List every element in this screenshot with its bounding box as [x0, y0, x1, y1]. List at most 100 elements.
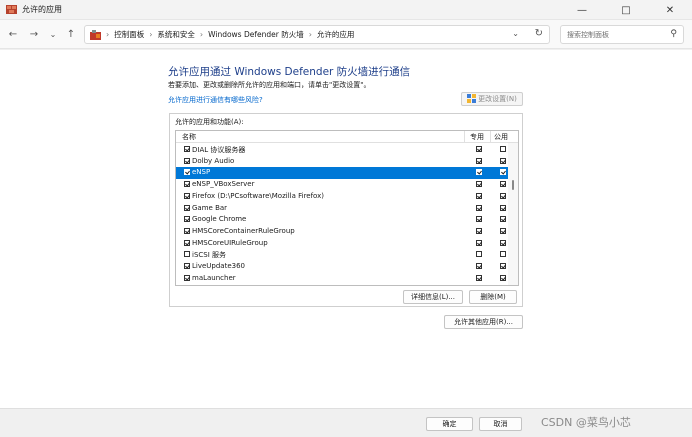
navigation-bar: ← → ⌄ ↑ › 控制面板 › 系统和安全 › Windows Defende… — [0, 20, 692, 49]
private-checkbox[interactable] — [476, 227, 482, 234]
maximize-button[interactable]: □ — [604, 0, 648, 20]
list-item[interactable]: Google Chrome — [176, 214, 510, 226]
close-button[interactable]: ✕ — [648, 0, 692, 20]
minimize-button[interactable]: — — [560, 0, 604, 20]
app-name: iSCSI 服务 — [192, 251, 227, 260]
refresh-icon[interactable]: ↻ — [535, 28, 543, 39]
app-name: Firefox (D:\PCsoftware\Mozilla Firefox) — [192, 191, 325, 200]
recent-locations-button[interactable]: ⌄ — [46, 27, 60, 41]
private-checkbox[interactable] — [476, 169, 482, 176]
column-header-private[interactable]: 专用 — [470, 132, 484, 142]
title-bar: 允许的应用 — □ ✕ — [0, 0, 692, 20]
private-checkbox[interactable] — [476, 251, 482, 258]
public-checkbox[interactable] — [500, 204, 506, 211]
list-item[interactable]: maLauncher — [176, 273, 510, 285]
app-enabled-checkbox[interactable] — [184, 263, 190, 269]
change-settings-button[interactable]: 更改设置(N) — [461, 92, 523, 106]
search-icon[interactable]: ⚲ — [670, 29, 677, 39]
search-input[interactable]: 搜索控制面板 ⚲ — [560, 25, 684, 44]
public-checkbox[interactable] — [500, 263, 506, 269]
app-name: eNSP_VBoxServer — [192, 180, 255, 189]
firewall-app-icon — [6, 4, 17, 15]
ok-button[interactable]: 确定 — [426, 417, 473, 431]
app-enabled-checkbox[interactable] — [184, 169, 190, 176]
arrow-right-icon: → — [29, 28, 39, 40]
app-enabled-checkbox[interactable] — [184, 157, 190, 164]
list-item[interactable]: HMSCoreUIRuleGroup — [176, 238, 510, 250]
list-item[interactable]: HMSCoreContainerRuleGroup — [176, 226, 510, 238]
breadcrumb-separator: › — [308, 30, 312, 39]
remove-button[interactable]: 删除(M) — [469, 290, 517, 304]
page-title: 允许应用通过 Windows Defender 防火墙进行通信 — [168, 66, 411, 78]
app-enabled-checkbox[interactable] — [184, 251, 190, 258]
private-checkbox[interactable] — [476, 146, 482, 152]
back-button[interactable]: ← — [6, 27, 20, 41]
private-checkbox[interactable] — [476, 181, 482, 188]
public-checkbox[interactable] — [500, 157, 506, 164]
breadcrumb-allowed-apps[interactable]: 允许的应用 — [317, 29, 355, 40]
address-dropdown-icon[interactable]: ⌄ — [512, 29, 519, 38]
public-checkbox[interactable] — [500, 146, 506, 152]
app-enabled-checkbox[interactable] — [184, 216, 190, 223]
app-enabled-checkbox[interactable] — [184, 227, 190, 234]
breadcrumb-separator: › — [199, 30, 204, 39]
private-checkbox[interactable] — [476, 274, 482, 281]
list-item[interactable]: eNSP_VBoxServer — [176, 179, 510, 191]
public-checkbox[interactable] — [500, 169, 506, 176]
breadcrumb-separator: › — [106, 30, 110, 39]
private-checkbox[interactable] — [476, 157, 482, 164]
app-enabled-checkbox[interactable] — [184, 181, 190, 188]
column-header-public[interactable]: 公用 — [494, 132, 508, 142]
breadcrumb-control-panel[interactable]: 控制面板 — [114, 29, 144, 40]
list-item[interactable]: Game Bar — [176, 203, 510, 215]
column-divider — [490, 131, 491, 143]
list-item[interactable]: LiveUpdate360 — [176, 261, 510, 273]
window-title: 允许的应用 — [22, 5, 62, 14]
private-checkbox[interactable] — [476, 263, 482, 269]
list-item[interactable]: iSCSI 服务 — [176, 249, 510, 261]
shield-icon — [467, 93, 477, 105]
forward-button[interactable]: → — [27, 27, 41, 41]
app-enabled-checkbox[interactable] — [184, 274, 190, 281]
public-checkbox[interactable] — [500, 251, 506, 258]
breadcrumb-system-security[interactable]: 系统和安全 — [157, 29, 195, 40]
instruction-text: 若要添加、更改或删除所允许的应用和端口，请单击"更改设置"。 — [168, 81, 371, 89]
public-checkbox[interactable] — [500, 216, 506, 223]
list-item[interactable]: DIAL 协议服务器 — [176, 144, 510, 156]
chevron-down-icon: ⌄ — [49, 29, 57, 39]
search-placeholder: 搜索控制面板 — [567, 30, 609, 39]
public-checkbox[interactable] — [500, 192, 506, 199]
list-item[interactable]: eNSP — [176, 167, 510, 180]
private-checkbox[interactable] — [476, 216, 482, 223]
private-checkbox[interactable] — [476, 204, 482, 211]
list-scrollbar[interactable] — [508, 143, 518, 285]
public-checkbox[interactable] — [500, 274, 506, 281]
allowed-apps-list[interactable]: 名称 专用 公用 DIAL 协议服务器 Dolby Audio eNSP eNSP_V… — [175, 130, 519, 286]
app-name: HMSCoreContainerRuleGroup — [192, 226, 295, 235]
allow-other-app-button[interactable]: 允许其他应用(R)... — [444, 315, 523, 329]
app-enabled-checkbox[interactable] — [184, 204, 190, 211]
arrow-up-icon: ↑ — [66, 28, 76, 40]
list-item[interactable]: Dolby Audio — [176, 156, 510, 168]
app-name: eNSP — [192, 168, 211, 177]
private-checkbox[interactable] — [476, 239, 482, 246]
control-panel-icon — [90, 29, 101, 40]
column-header-name[interactable]: 名称 — [182, 132, 196, 142]
risk-info-link[interactable]: 允许应用进行通信有哪些风险? — [168, 95, 263, 105]
app-enabled-checkbox[interactable] — [184, 239, 190, 246]
list-item[interactable]: Firefox (D:\PCsoftware\Mozilla Firefox) — [176, 191, 510, 203]
app-name: Dolby Audio — [192, 156, 235, 165]
address-bar[interactable]: › 控制面板 › 系统和安全 › Windows Defender 防火墙 › … — [84, 25, 550, 44]
app-enabled-checkbox[interactable] — [184, 192, 190, 199]
breadcrumb-firewall[interactable]: Windows Defender 防火墙 — [208, 29, 304, 40]
public-checkbox[interactable] — [500, 181, 506, 188]
cancel-button[interactable]: 取消 — [479, 417, 522, 431]
scrollbar-thumb[interactable] — [512, 180, 514, 190]
private-checkbox[interactable] — [476, 192, 482, 199]
app-enabled-checkbox[interactable] — [184, 146, 190, 152]
breadcrumb-separator: › — [149, 30, 153, 39]
public-checkbox[interactable] — [500, 239, 506, 246]
up-button[interactable]: ↑ — [64, 27, 78, 41]
details-button[interactable]: 详细信息(L)... — [403, 290, 463, 304]
public-checkbox[interactable] — [500, 227, 506, 234]
